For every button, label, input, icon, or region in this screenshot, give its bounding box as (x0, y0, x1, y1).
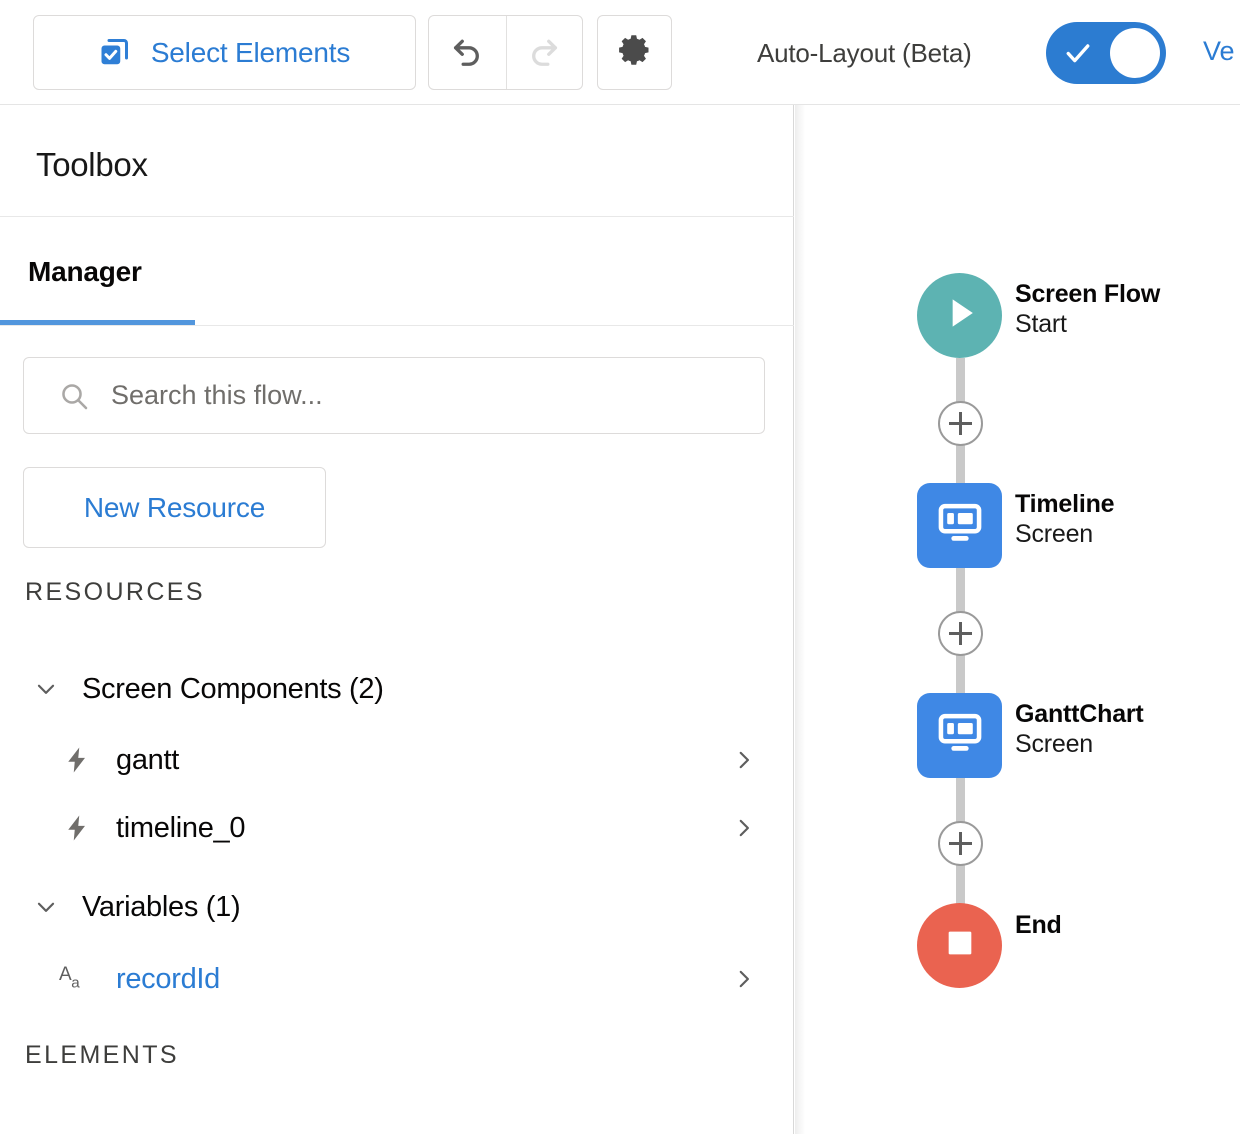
end-node-shape (917, 903, 1002, 988)
top-toolbar: Select Elements Auto-Layout (Beta) Ve (0, 0, 1240, 105)
group-screen-components[interactable]: Screen Components (2) (0, 661, 794, 717)
screen-monitor-icon (934, 707, 986, 764)
new-resource-label: New Resource (83, 491, 266, 523)
svg-text:A: A (59, 964, 72, 985)
start-node-title: Screen Flow (1015, 280, 1161, 308)
left-sidebar: Toolbox Manager New Resource RESOURCES (0, 105, 794, 1134)
toggle-knob (1110, 28, 1160, 78)
list-item-recordid-label: recordId (116, 962, 220, 995)
list-item-gantt[interactable]: gantt (0, 732, 794, 788)
group-variables[interactable]: Variables (1) (0, 879, 794, 935)
chevron-down-icon (33, 894, 59, 920)
sidebar-divider-shadow (795, 105, 805, 1134)
list-item-timeline-0-label: timeline_0 (116, 811, 246, 844)
auto-layout-toggle[interactable] (1046, 22, 1166, 84)
ganttchart-node-shape (917, 693, 1002, 778)
toolbar-right-link[interactable]: Ve (1203, 36, 1240, 67)
chevron-right-icon[interactable] (731, 747, 757, 773)
tab-bar: Manager (0, 217, 794, 326)
timeline-node-shape (917, 483, 1002, 568)
undo-redo-group (428, 15, 583, 90)
flow-node-end[interactable]: End (917, 903, 1062, 988)
screen-monitor-icon (934, 497, 986, 554)
auto-layout-label: Auto-Layout (Beta) (757, 38, 972, 68)
redo-button[interactable] (505, 16, 583, 89)
settings-button[interactable] (597, 15, 672, 90)
list-item-timeline-0[interactable]: timeline_0 (0, 800, 794, 856)
redo-icon (525, 31, 563, 74)
flow-node-ganttchart[interactable]: GanttChart Screen (917, 693, 1144, 778)
stop-square-icon (940, 923, 980, 968)
flow-node-timeline[interactable]: Timeline Screen (917, 483, 1115, 568)
timeline-node-subtitle: Screen (1015, 520, 1094, 548)
undo-button[interactable] (429, 16, 506, 89)
chevron-right-icon[interactable] (731, 815, 757, 841)
tab-active-indicator (0, 320, 195, 325)
ganttchart-node-title: GanttChart (1015, 700, 1144, 728)
end-node-labels: End (1015, 910, 1062, 940)
timeline-node-labels: Timeline Screen (1015, 489, 1115, 550)
add-element-button-3[interactable] (938, 821, 983, 866)
end-node-title: End (1015, 911, 1062, 939)
flow-builder-app: Select Elements Auto-Layout (Beta) Ve To… (0, 0, 1240, 1134)
list-item-recordid[interactable]: A a recordId (0, 951, 794, 1007)
chevron-right-icon[interactable] (731, 966, 757, 992)
section-header-resources: RESOURCES (25, 578, 205, 606)
select-elements-icon (99, 38, 129, 68)
section-header-elements: ELEMENTS (25, 1041, 179, 1069)
text-type-icon: A a (58, 960, 96, 998)
select-elements-button[interactable]: Select Elements (33, 15, 416, 90)
list-item-gantt-label: gantt (116, 743, 179, 776)
ganttchart-node-labels: GanttChart Screen (1015, 699, 1144, 760)
search-icon (58, 380, 90, 412)
start-node-shape (917, 273, 1002, 358)
group-variables-label: Variables (1) (82, 890, 241, 923)
start-node-subtitle: Start (1015, 310, 1067, 338)
ganttchart-node-subtitle: Screen (1015, 730, 1094, 758)
flow-canvas[interactable]: Screen Flow Start Timeline Screen GanttC… (805, 105, 1240, 1134)
flow-node-start[interactable]: Screen Flow Start (917, 273, 1160, 358)
search-box[interactable] (23, 357, 765, 434)
group-screen-components-label: Screen Components (2) (82, 672, 384, 705)
toolbox-header: Toolbox (0, 105, 794, 217)
add-element-button-1[interactable] (938, 401, 983, 446)
svg-text:a: a (71, 975, 80, 992)
tab-manager-label: Manager (28, 255, 142, 287)
check-icon (1066, 44, 1090, 63)
tab-manager[interactable]: Manager (0, 217, 195, 326)
start-node-labels: Screen Flow Start (1015, 279, 1160, 340)
chevron-down-icon (33, 676, 59, 702)
select-elements-label: Select Elements (150, 36, 351, 68)
play-icon (938, 291, 982, 340)
lightning-bolt-icon (58, 743, 96, 777)
search-input[interactable] (111, 380, 764, 411)
new-resource-button[interactable]: New Resource (23, 467, 326, 548)
page-title: Toolbox (36, 146, 148, 183)
undo-icon (448, 31, 486, 74)
lightning-bolt-icon (58, 811, 96, 845)
gear-icon (617, 32, 653, 73)
timeline-node-title: Timeline (1015, 490, 1115, 518)
add-element-button-2[interactable] (938, 611, 983, 656)
